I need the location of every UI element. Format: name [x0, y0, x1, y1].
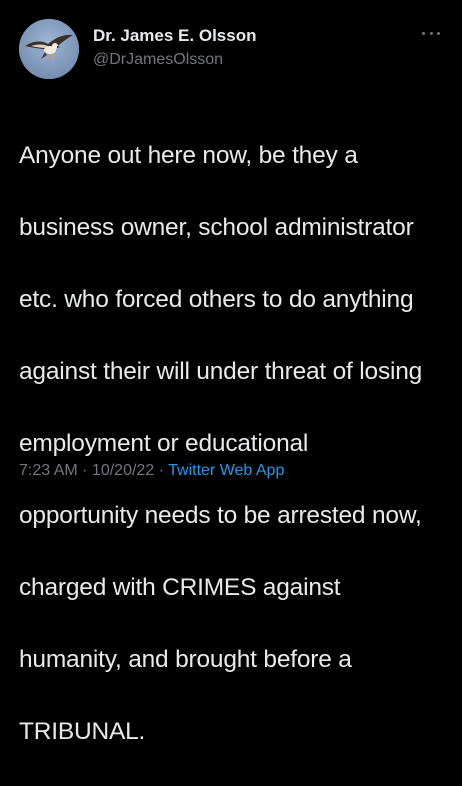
- tweet-line: against their will under threat of losin…: [19, 358, 423, 385]
- source-app-link[interactable]: Twitter Web App: [168, 462, 284, 479]
- tweet-line: business owner, school administrator: [19, 214, 414, 241]
- author-handle[interactable]: @DrJamesOlsson: [93, 51, 223, 69]
- dot-icon: [437, 31, 440, 35]
- tweet-time[interactable]: 7:23 AM: [19, 462, 78, 479]
- tweet-line: humanity, and brought before a: [19, 646, 352, 673]
- tweet-line: etc. who forced others to do anything: [19, 286, 414, 313]
- tweet-metadata: 7:23 AM · 10/20/22 · Twitter Web App: [19, 462, 284, 480]
- tweet-text: Anyone out here now, be they a business …: [19, 102, 449, 786]
- tweet-line: TRIBUNAL.: [19, 718, 146, 745]
- tweet-line: Anyone out here now, be they a: [19, 142, 358, 169]
- tweet-line: opportunity needs to be arrested now,: [19, 502, 422, 529]
- dot-icon: [422, 31, 425, 35]
- author-name[interactable]: Dr. James E. Olsson: [93, 26, 256, 46]
- osprey-bird-avatar-icon: [19, 19, 79, 79]
- dot-icon: [429, 31, 433, 35]
- meta-separator: ·: [154, 462, 169, 479]
- meta-separator: ·: [77, 462, 92, 479]
- tweet-card: Dr. James E. Olsson @DrJamesOlsson Anyon…: [0, 0, 462, 745]
- more-options-icon[interactable]: [422, 30, 440, 36]
- tweet-line: charged with CRIMES against: [19, 574, 341, 601]
- author-avatar[interactable]: [19, 19, 79, 79]
- tweet-date[interactable]: 10/20/22: [92, 462, 154, 479]
- tweet-line: employment or educational: [19, 430, 309, 457]
